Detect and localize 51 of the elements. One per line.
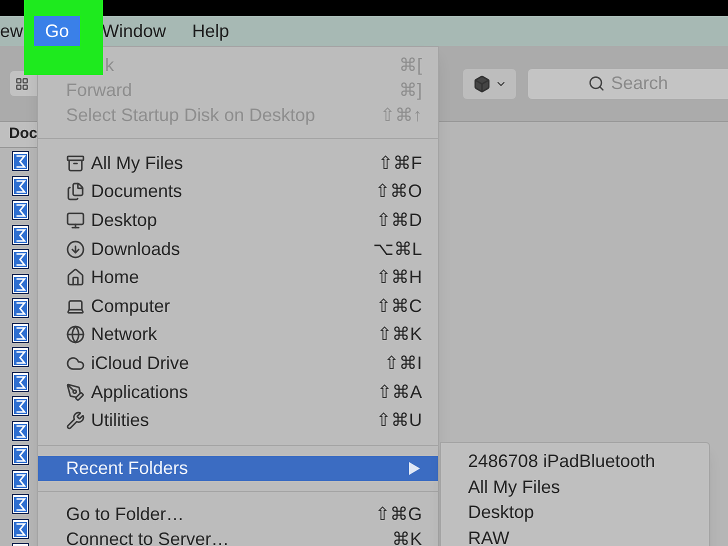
menu-item[interactable]: iCloud Drive ⇧⌘I [38,349,438,378]
dropbox-button[interactable] [463,68,516,98]
menu-item[interactable]: Downloads ⌥⌘L [38,234,438,264]
spreadsheet-file-icon [12,176,29,196]
spreadsheet-file-icon [12,420,29,440]
monitor-icon [66,210,85,230]
box-icon [472,74,490,92]
documents-icon [66,182,85,202]
menu-item[interactable]: Applications ⇧⌘A [38,378,438,406]
house-icon [66,268,85,288]
spreadsheet-file-icon [12,445,29,465]
menu-bar-item[interactable]: Go [34,16,80,46]
menu-item[interactable]: Computer ⇧⌘C [38,292,438,321]
spreadsheet-file-icon [12,200,29,220]
spreadsheet-file-icon [12,396,29,416]
globe-icon [66,325,85,344]
submenu-item[interactable]: RAW [441,526,709,546]
download-icon [66,240,85,259]
spreadsheet-file-icon [12,470,29,490]
menu-item[interactable]: Connect to Server… ⌘K [38,526,438,546]
menu-item[interactable]: Home ⇧⌘H [38,263,438,292]
menu-item[interactable]: Documents ⇧⌘O [38,178,438,206]
spreadsheet-file-icon [12,372,29,392]
spreadsheet-file-icon [12,322,29,342]
column-header: Doc [0,122,40,148]
pen-icon [66,382,85,402]
submenu-item[interactable]: All My Files [441,474,709,500]
spreadsheet-file-icon [12,518,29,538]
wrench-icon [66,411,85,430]
grid-icon [15,76,29,90]
submenu-item[interactable]: Desktop [441,500,709,526]
menu-item[interactable]: Recent Folders [38,456,438,481]
submenu-item[interactable]: 2486708 iPadBluetooth [441,449,709,474]
spreadsheet-file-icon [12,274,29,294]
menu-item[interactable]: Network ⇧⌘K [38,320,438,350]
menu-bar-item[interactable]: Help [190,16,230,46]
menu-bar-item[interactable]: ew [0,16,24,46]
spreadsheet-file-icon [12,151,29,171]
spreadsheet-file-icon [12,224,29,244]
archive-icon [66,154,85,173]
menu-item[interactable]: Go to Folder… ⇧⌘G [38,502,438,527]
search-icon [588,75,605,92]
spreadsheet-file-icon [12,298,29,318]
menu-item[interactable]: All My Files ⇧⌘F [38,149,438,178]
menu-bar-item[interactable]: Window [100,16,166,46]
menu-item[interactable]: Utilities ⇧⌘U [38,406,438,435]
spreadsheet-file-icon [12,249,29,269]
spreadsheet-file-icon [12,494,29,514]
submenu-arrow-icon [408,462,420,475]
spreadsheet-file-icon [12,347,29,367]
menu-item[interactable]: Desktop ⇧⌘D [38,206,438,235]
